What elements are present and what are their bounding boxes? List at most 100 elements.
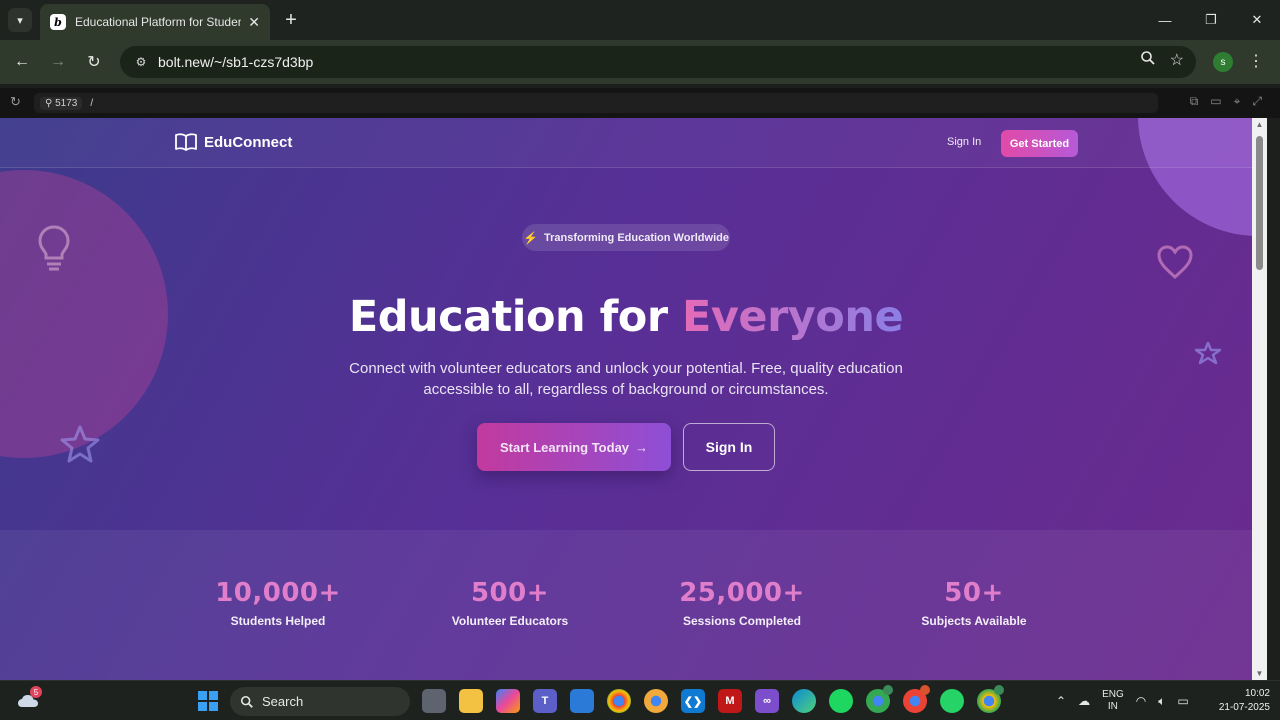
restore-button[interactable]: ❐ [1188, 0, 1234, 40]
browser-menu-icon[interactable]: ⋮ [1248, 51, 1264, 71]
hero-sign-in-button[interactable]: Sign In [683, 423, 775, 471]
browser-tab[interactable]: b Educational Platform for Students ✕ [40, 4, 270, 40]
new-tab-button[interactable]: + [280, 8, 302, 32]
whatsapp-icon[interactable] [940, 689, 964, 713]
zoom-icon[interactable] [1140, 50, 1156, 71]
store-icon[interactable] [570, 689, 594, 713]
star-icon [60, 425, 100, 463]
chrome-canary-icon[interactable] [644, 689, 668, 713]
volume-icon[interactable]: 🔈︎ [1158, 694, 1165, 709]
battery-icon[interactable]: ▭ [1177, 694, 1188, 708]
stat-educators: 500+ Volunteer Educators [420, 578, 600, 628]
inspect-icon[interactable]: ⌖ [1234, 94, 1241, 109]
taskbar-search[interactable]: Search [230, 687, 410, 716]
lang-line1: ENG [1102, 689, 1124, 700]
chrome-profile-icon[interactable] [903, 685, 930, 713]
onedrive-cloud-icon[interactable]: ☁ [1078, 694, 1090, 708]
stat-value: 25,000+ [679, 578, 805, 608]
preview-actions: ⧉ ▭ ⌖ ⤢ [1190, 94, 1262, 109]
tab-search-button[interactable]: ▾ [8, 8, 32, 32]
file-explorer-icon[interactable] [459, 689, 483, 713]
preview-port[interactable]: ⚲ 5173 [40, 96, 83, 110]
url-text[interactable]: bolt.new/~/sb1-czs7d3bp [158, 54, 313, 70]
chevron-up-icon[interactable]: ⌃ [1056, 694, 1066, 708]
hero-title-main: Education for [348, 292, 682, 342]
get-started-button[interactable]: Get Started [1001, 130, 1078, 157]
copilot-icon[interactable] [496, 689, 520, 713]
search-label: Search [262, 694, 304, 709]
omnibox[interactable]: ⚙ bolt.new/~/sb1-czs7d3bp ☆ [120, 46, 1196, 78]
open-book-icon [175, 133, 197, 151]
bolt-favicon-icon: b [50, 14, 66, 30]
hero-title-accent: Everyone [682, 292, 904, 342]
start-learning-label: Start Learning Today [499, 439, 630, 455]
taskbar: 5 Search T ❮❯ M ∞ ⌃ ☁ ENG IN ◠ 🔈︎ ▭ 10:0… [0, 680, 1280, 720]
taskbar-apps: T ❮❯ M ∞ [422, 685, 1004, 713]
fullscreen-icon[interactable]: ⤢ [1252, 94, 1262, 109]
chrome-profile-icon[interactable] [866, 685, 893, 713]
windows-logo-icon [198, 691, 207, 700]
close-window-button[interactable]: ✕ [1234, 0, 1280, 40]
stat-value: 10,000+ [215, 578, 341, 608]
address-toolbar: ← → ↻ ⚙ bolt.new/~/sb1-czs7d3bp ☆ s ⋮ [0, 40, 1280, 84]
hero-badge: ⚡ Transforming Education Worldwide [522, 224, 730, 251]
weather-badge: 5 [30, 686, 42, 698]
preview-reload-icon[interactable]: ↻ [10, 94, 21, 110]
arrow-right-icon: → [635, 439, 649, 455]
forward-button[interactable]: → [46, 50, 70, 74]
close-tab-icon[interactable]: ✕ [248, 14, 260, 31]
profile-badge [883, 685, 893, 695]
minimize-button[interactable]: — [1142, 0, 1188, 40]
device-toggle-icon[interactable]: ▭ [1210, 94, 1221, 109]
preview-url-field[interactable]: ⚲ 5173 / [34, 93, 1158, 113]
stat-value: 50+ [944, 578, 1004, 608]
preview-path[interactable]: / [90, 98, 93, 109]
stat-sessions: 25,000+ Sessions Completed [652, 578, 832, 628]
language-indicator[interactable]: ENG IN [1102, 689, 1124, 713]
stat-students: 10,000+ Students Helped [188, 578, 368, 628]
spotify-icon[interactable] [829, 689, 853, 713]
scroll-thumb[interactable] [1256, 136, 1263, 270]
profile-badge [994, 685, 1004, 695]
lightning-icon: ⚡ [523, 230, 538, 245]
stats-section: 10,000+ Students Helped 500+ Volunteer E… [0, 530, 1252, 680]
preview-toolbar: ↻ ⚲ 5173 / ⧉ ▭ ⌖ ⤢ [0, 88, 1280, 118]
edge-icon[interactable] [792, 689, 816, 713]
stat-label: Students Helped [230, 614, 326, 628]
badge-text: Transforming Education Worldwide [543, 231, 729, 244]
reload-button[interactable]: ↻ [82, 50, 106, 74]
site-info-icon[interactable]: ⚙ [132, 53, 150, 71]
mcafee-icon[interactable]: M [718, 689, 742, 713]
task-view-icon[interactable] [422, 689, 446, 713]
scroll-down-arrow-icon[interactable]: ▼ [1255, 669, 1264, 678]
nav-sign-in-link[interactable]: Sign In [947, 136, 981, 148]
page-viewport: EduConnect Sign In Get Started ⚡ Transfo… [0, 118, 1252, 680]
lang-line2: IN [1107, 701, 1118, 712]
chrome-icon[interactable] [607, 689, 631, 713]
wifi-icon[interactable]: ◠ [1136, 694, 1146, 708]
start-button[interactable] [198, 691, 218, 711]
chrome-active-icon[interactable] [977, 685, 1004, 713]
vscode-icon[interactable]: ❮❯ [681, 689, 705, 713]
clock-date: 21-07-2025 [1218, 702, 1270, 713]
start-learning-button[interactable]: Start Learning Today → [477, 423, 671, 471]
stat-label: Sessions Completed [682, 614, 802, 628]
back-button[interactable]: ← [10, 50, 34, 74]
page-scrollbar[interactable]: ▲ ▼ [1252, 118, 1267, 680]
clock-time: 10:02 [1244, 688, 1270, 699]
weather-widget[interactable]: 5 [16, 686, 42, 713]
open-new-window-icon[interactable]: ⧉ [1190, 94, 1199, 109]
brand-logo[interactable]: EduConnect [175, 132, 292, 152]
stat-label: Volunteer Educators [451, 614, 569, 628]
bookmark-star-icon[interactable]: ☆ [1170, 50, 1184, 71]
teams-icon[interactable]: T [533, 689, 557, 713]
profile-avatar[interactable]: s [1213, 52, 1233, 72]
sparkle-stars-icon [1194, 341, 1222, 365]
scroll-up-arrow-icon[interactable]: ▲ [1255, 120, 1264, 129]
tab-strip: ▾ b Educational Platform for Students ✕ … [0, 0, 1280, 40]
visual-studio-icon[interactable]: ∞ [755, 689, 779, 713]
heart-icon [1157, 245, 1193, 280]
clock[interactable]: 10:02 21-07-2025 [1206, 687, 1270, 715]
site-navbar: EduConnect Sign In Get Started [0, 118, 1252, 168]
stat-subjects: 50+ Subjects Available [884, 578, 1064, 628]
